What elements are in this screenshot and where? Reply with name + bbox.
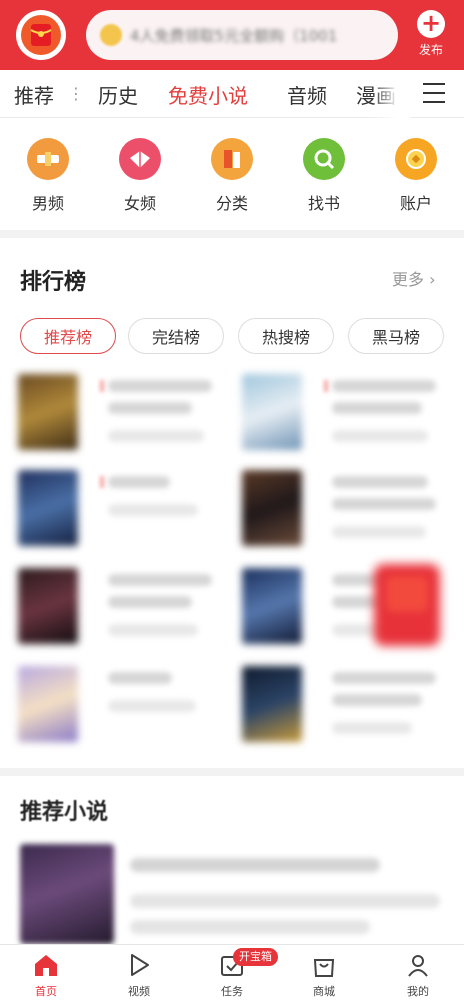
female-channel-icon: [119, 138, 161, 180]
pill-recommend-rank[interactable]: 推荐榜: [20, 318, 116, 354]
category-icon: [211, 138, 253, 180]
shopping-bag-icon: [309, 951, 339, 979]
play-icon: [124, 951, 154, 979]
shortcut-label: 分类: [215, 194, 248, 213]
app-screen: 4人免费领取5元全额购（1001 + 发布 推荐 ⋮ 历史 免费小说 音频 漫画…: [0, 0, 464, 1000]
app-logo-button[interactable]: [16, 10, 66, 60]
open-treasure-badge[interactable]: 开宝箱: [233, 948, 278, 966]
home-icon: [31, 951, 61, 979]
nav-video[interactable]: 视频: [109, 951, 169, 999]
top-header: 4人免费领取5元全额购（1001 + 发布: [0, 0, 464, 70]
ranking-book[interactable]: [242, 374, 452, 454]
tab-recommend[interactable]: 推荐: [14, 80, 54, 109]
nav-label: 任务: [221, 985, 243, 998]
book-cover: [242, 374, 302, 450]
ranking-more-link[interactable]: 更多 ›: [392, 266, 436, 290]
shortcut-male-channel[interactable]: 男频: [18, 138, 78, 214]
book-cover: [18, 470, 78, 546]
nav-mall[interactable]: 商城: [294, 951, 354, 999]
shortcut-label: 账户: [399, 194, 432, 213]
recommended-title: 推荐小说: [20, 800, 109, 825]
red-envelope-icon: [386, 576, 428, 612]
user-icon: [403, 951, 433, 979]
search-placeholder: 4人免费领取5元全额购（1001: [130, 26, 338, 45]
male-channel-icon: [27, 138, 69, 180]
find-book-icon: [303, 138, 345, 180]
nav-label: 我的: [407, 985, 429, 998]
book-cover: [242, 470, 302, 546]
pill-hot-search-rank[interactable]: 热搜榜: [238, 318, 334, 354]
nav-home[interactable]: 首页: [16, 951, 76, 999]
tab-audio[interactable]: 音频: [287, 80, 327, 109]
book-cover: [242, 568, 302, 644]
account-icon: [395, 138, 437, 180]
ranking-book[interactable]: [18, 374, 228, 454]
nav-label: 视频: [128, 985, 150, 998]
shortcut-label: 男频: [31, 194, 64, 213]
tab-divider: ⋮: [68, 84, 84, 103]
red-envelope-icon: [21, 15, 61, 55]
book-cover: [18, 374, 78, 450]
ranking-book[interactable]: [242, 470, 452, 550]
plus-icon: +: [417, 10, 445, 38]
recommended-section: 推荐小说: [0, 776, 464, 946]
publish-button[interactable]: + 发布: [410, 10, 452, 62]
channel-tabs: 推荐 ⋮ 历史 免费小说 音频 漫画: [0, 70, 464, 118]
coin-icon: [100, 24, 122, 46]
shortcut-female-channel[interactable]: 女频: [110, 138, 170, 214]
book-cover[interactable]: [20, 844, 114, 944]
search-bar[interactable]: 4人免费领取5元全额购（1001: [86, 10, 398, 60]
ranking-book[interactable]: [18, 666, 228, 746]
shortcut-find-book[interactable]: 找书: [294, 138, 354, 214]
pill-dark-horse-rank[interactable]: 黑马榜: [348, 318, 444, 354]
ranking-book[interactable]: [18, 470, 228, 550]
ranking-section: 排行榜 更多 › 推荐榜 完结榜 热搜榜 黑马榜: [0, 238, 464, 768]
shortcut-account[interactable]: 账户: [386, 138, 446, 214]
ranking-book[interactable]: [242, 666, 452, 746]
nav-label: 商城: [313, 985, 335, 998]
nav-profile[interactable]: 我的: [388, 951, 448, 999]
book-cover: [242, 666, 302, 742]
menu-icon[interactable]: [423, 83, 445, 103]
tab-free-novels[interactable]: 免费小说: [168, 80, 248, 109]
publish-label: 发布: [418, 43, 443, 57]
shortcut-category[interactable]: 分类: [202, 138, 262, 214]
book-cover: [18, 568, 78, 644]
shortcut-label: 找书: [307, 194, 340, 213]
ranking-book[interactable]: [18, 568, 228, 648]
tab-history[interactable]: 历史: [98, 80, 138, 109]
book-cover: [18, 666, 78, 742]
nav-label: 首页: [35, 985, 57, 998]
bottom-navigation: 首页 视频 任务 商城 我的: [0, 944, 464, 1000]
category-shortcuts: 男频 女频 分类 找书 账户: [0, 118, 464, 230]
ranking-title: 排行榜: [20, 270, 87, 295]
pill-completed-rank[interactable]: 完结榜: [128, 318, 224, 354]
shortcut-label: 女频: [123, 194, 156, 213]
